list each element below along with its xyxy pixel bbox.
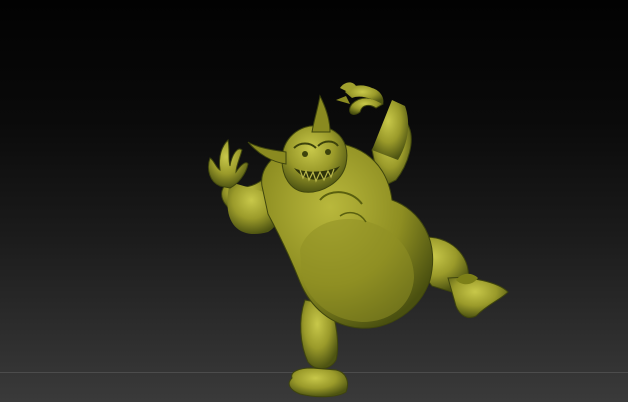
ogre-model-render[interactable] (0, 0, 628, 402)
3d-viewport[interactable] (0, 0, 628, 402)
